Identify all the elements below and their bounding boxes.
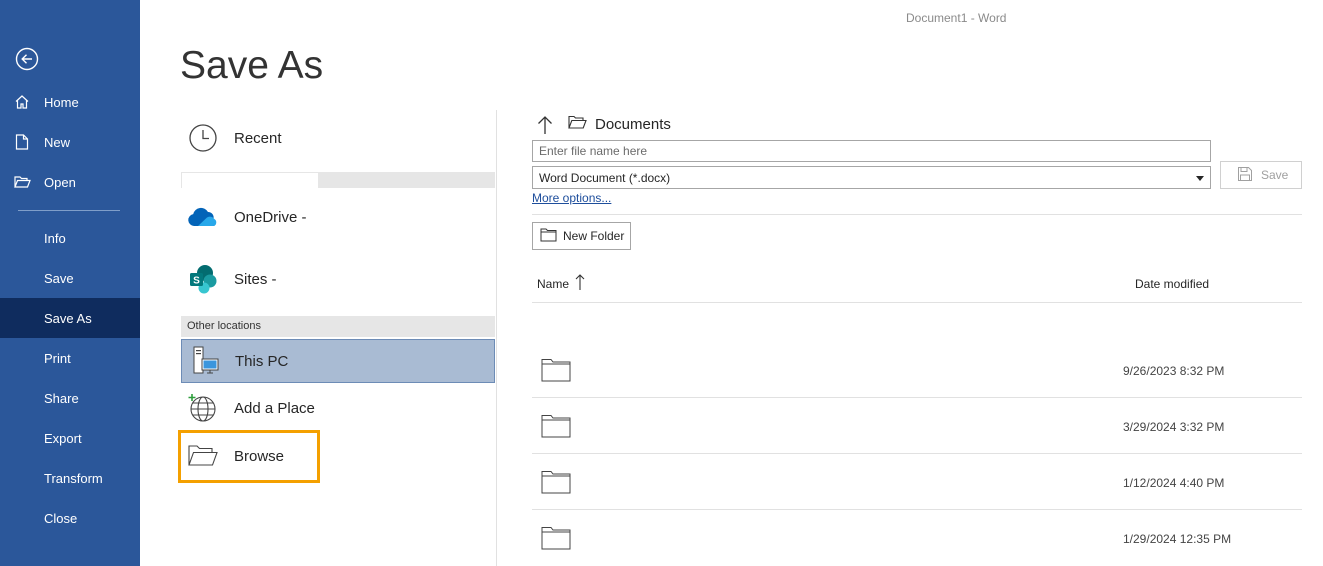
column-header-date-modified[interactable]: Date modified <box>1135 277 1209 291</box>
onedrive-cloud-icon <box>181 206 225 228</box>
location-sites[interactable]: S Sites - <box>181 258 495 300</box>
location-this-pc[interactable]: This PC <box>181 339 495 383</box>
breadcrumb[interactable]: Documents <box>568 115 671 134</box>
up-arrow-icon[interactable] <box>535 115 555 135</box>
divider <box>532 302 1302 303</box>
browse-highlight-box <box>178 430 320 483</box>
file-row[interactable]: 9/26/2023 8:32 PM <box>532 342 1302 398</box>
sort-up-arrow-icon <box>575 273 585 294</box>
folder-icon <box>541 358 571 387</box>
nav-item-save-as[interactable]: Save As <box>0 298 140 338</box>
globe-add-icon <box>181 392 225 424</box>
nav-item-info[interactable]: Info <box>0 218 140 258</box>
nav-label: Transform <box>44 470 103 486</box>
file-row[interactable]: 1/29/2024 12:35 PM <box>532 510 1302 566</box>
save-disk-icon <box>1237 166 1253 185</box>
svg-text:S: S <box>193 276 200 287</box>
nav-label: Open <box>44 174 76 190</box>
sharepoint-icon: S <box>181 264 225 294</box>
back-arrow-circle-icon[interactable] <box>14 46 40 72</box>
location-label: This PC <box>235 352 289 370</box>
pane-divider <box>496 110 497 566</box>
date-modified: 1/12/2024 4:40 PM <box>1123 476 1225 490</box>
folder-icon <box>541 470 571 499</box>
nav-label: New <box>44 134 71 150</box>
locations-tab-strip <box>181 172 495 188</box>
new-document-icon <box>0 134 44 150</box>
divider <box>532 214 1302 215</box>
open-folder-icon <box>0 175 44 189</box>
location-label: OneDrive - <box>234 208 307 226</box>
nav-label: Info <box>44 230 66 246</box>
file-type-value: Word Document (*.docx) <box>539 171 671 185</box>
nav-item-close[interactable]: Close <box>0 498 140 538</box>
locations-tab[interactable] <box>181 172 319 188</box>
save-button-label: Save <box>1261 168 1289 182</box>
new-folder-label: New Folder <box>563 229 625 243</box>
location-onedrive[interactable]: OneDrive - <box>181 196 495 238</box>
save-button[interactable]: Save <box>1220 161 1302 189</box>
nav-item-print[interactable]: Print <box>0 338 140 378</box>
folder-icon <box>541 526 571 555</box>
column-label: Name <box>537 276 570 291</box>
date-modified: 9/26/2023 8:32 PM <box>1123 364 1225 378</box>
nav-item-save[interactable]: Save <box>0 258 140 298</box>
new-folder-button[interactable]: New Folder <box>532 222 631 250</box>
home-icon <box>0 94 44 110</box>
nav-item-home[interactable]: Home <box>0 82 140 122</box>
window-title: Document1 - Word <box>906 11 1007 25</box>
location-recent[interactable]: Recent <box>181 117 495 159</box>
nav-label: Save <box>44 270 74 286</box>
clock-icon <box>181 123 225 153</box>
nav-item-new[interactable]: New <box>0 122 140 162</box>
folder-icon <box>541 414 571 443</box>
nav-label: Share <box>44 390 79 406</box>
location-label: Recent <box>234 129 282 147</box>
file-row[interactable]: 3/29/2024 3:32 PM <box>532 398 1302 454</box>
column-header-name[interactable]: Name <box>537 273 585 294</box>
file-type-select[interactable]: Word Document (*.docx) <box>532 166 1211 189</box>
folder-icon <box>540 228 557 245</box>
computer-icon <box>182 345 226 377</box>
nav-label: Save As <box>44 310 92 326</box>
date-modified: 3/29/2024 3:32 PM <box>1123 420 1225 434</box>
folder-open-icon <box>568 115 587 134</box>
page-title: Save As <box>180 44 324 87</box>
nav-item-share[interactable]: Share <box>0 378 140 418</box>
location-label: Add a Place <box>234 399 315 417</box>
other-locations-header: Other locations <box>181 316 495 337</box>
location-label: Sites - <box>234 270 277 288</box>
date-modified: 1/29/2024 12:35 PM <box>1123 532 1232 546</box>
file-row[interactable]: 1/12/2024 4:40 PM <box>532 454 1302 510</box>
chevron-down-icon <box>1196 176 1204 181</box>
nav-label: Home <box>44 94 79 110</box>
breadcrumb-label: Documents <box>595 116 671 133</box>
more-options-link[interactable]: More options... <box>532 191 611 205</box>
nav-label: Close <box>44 510 78 526</box>
nav-item-transform[interactable]: Transform <box>0 458 140 498</box>
nav-item-open[interactable]: Open <box>0 162 140 202</box>
file-name-input[interactable] <box>532 140 1211 162</box>
location-add-a-place[interactable]: Add a Place <box>181 387 495 429</box>
backstage-nav: Home New Open Info Save Save As Print Sh… <box>0 0 140 566</box>
nav-item-export[interactable]: Export <box>0 418 140 458</box>
nav-divider <box>18 210 120 211</box>
nav-label: Print <box>44 350 71 366</box>
nav-label: Export <box>44 430 82 446</box>
